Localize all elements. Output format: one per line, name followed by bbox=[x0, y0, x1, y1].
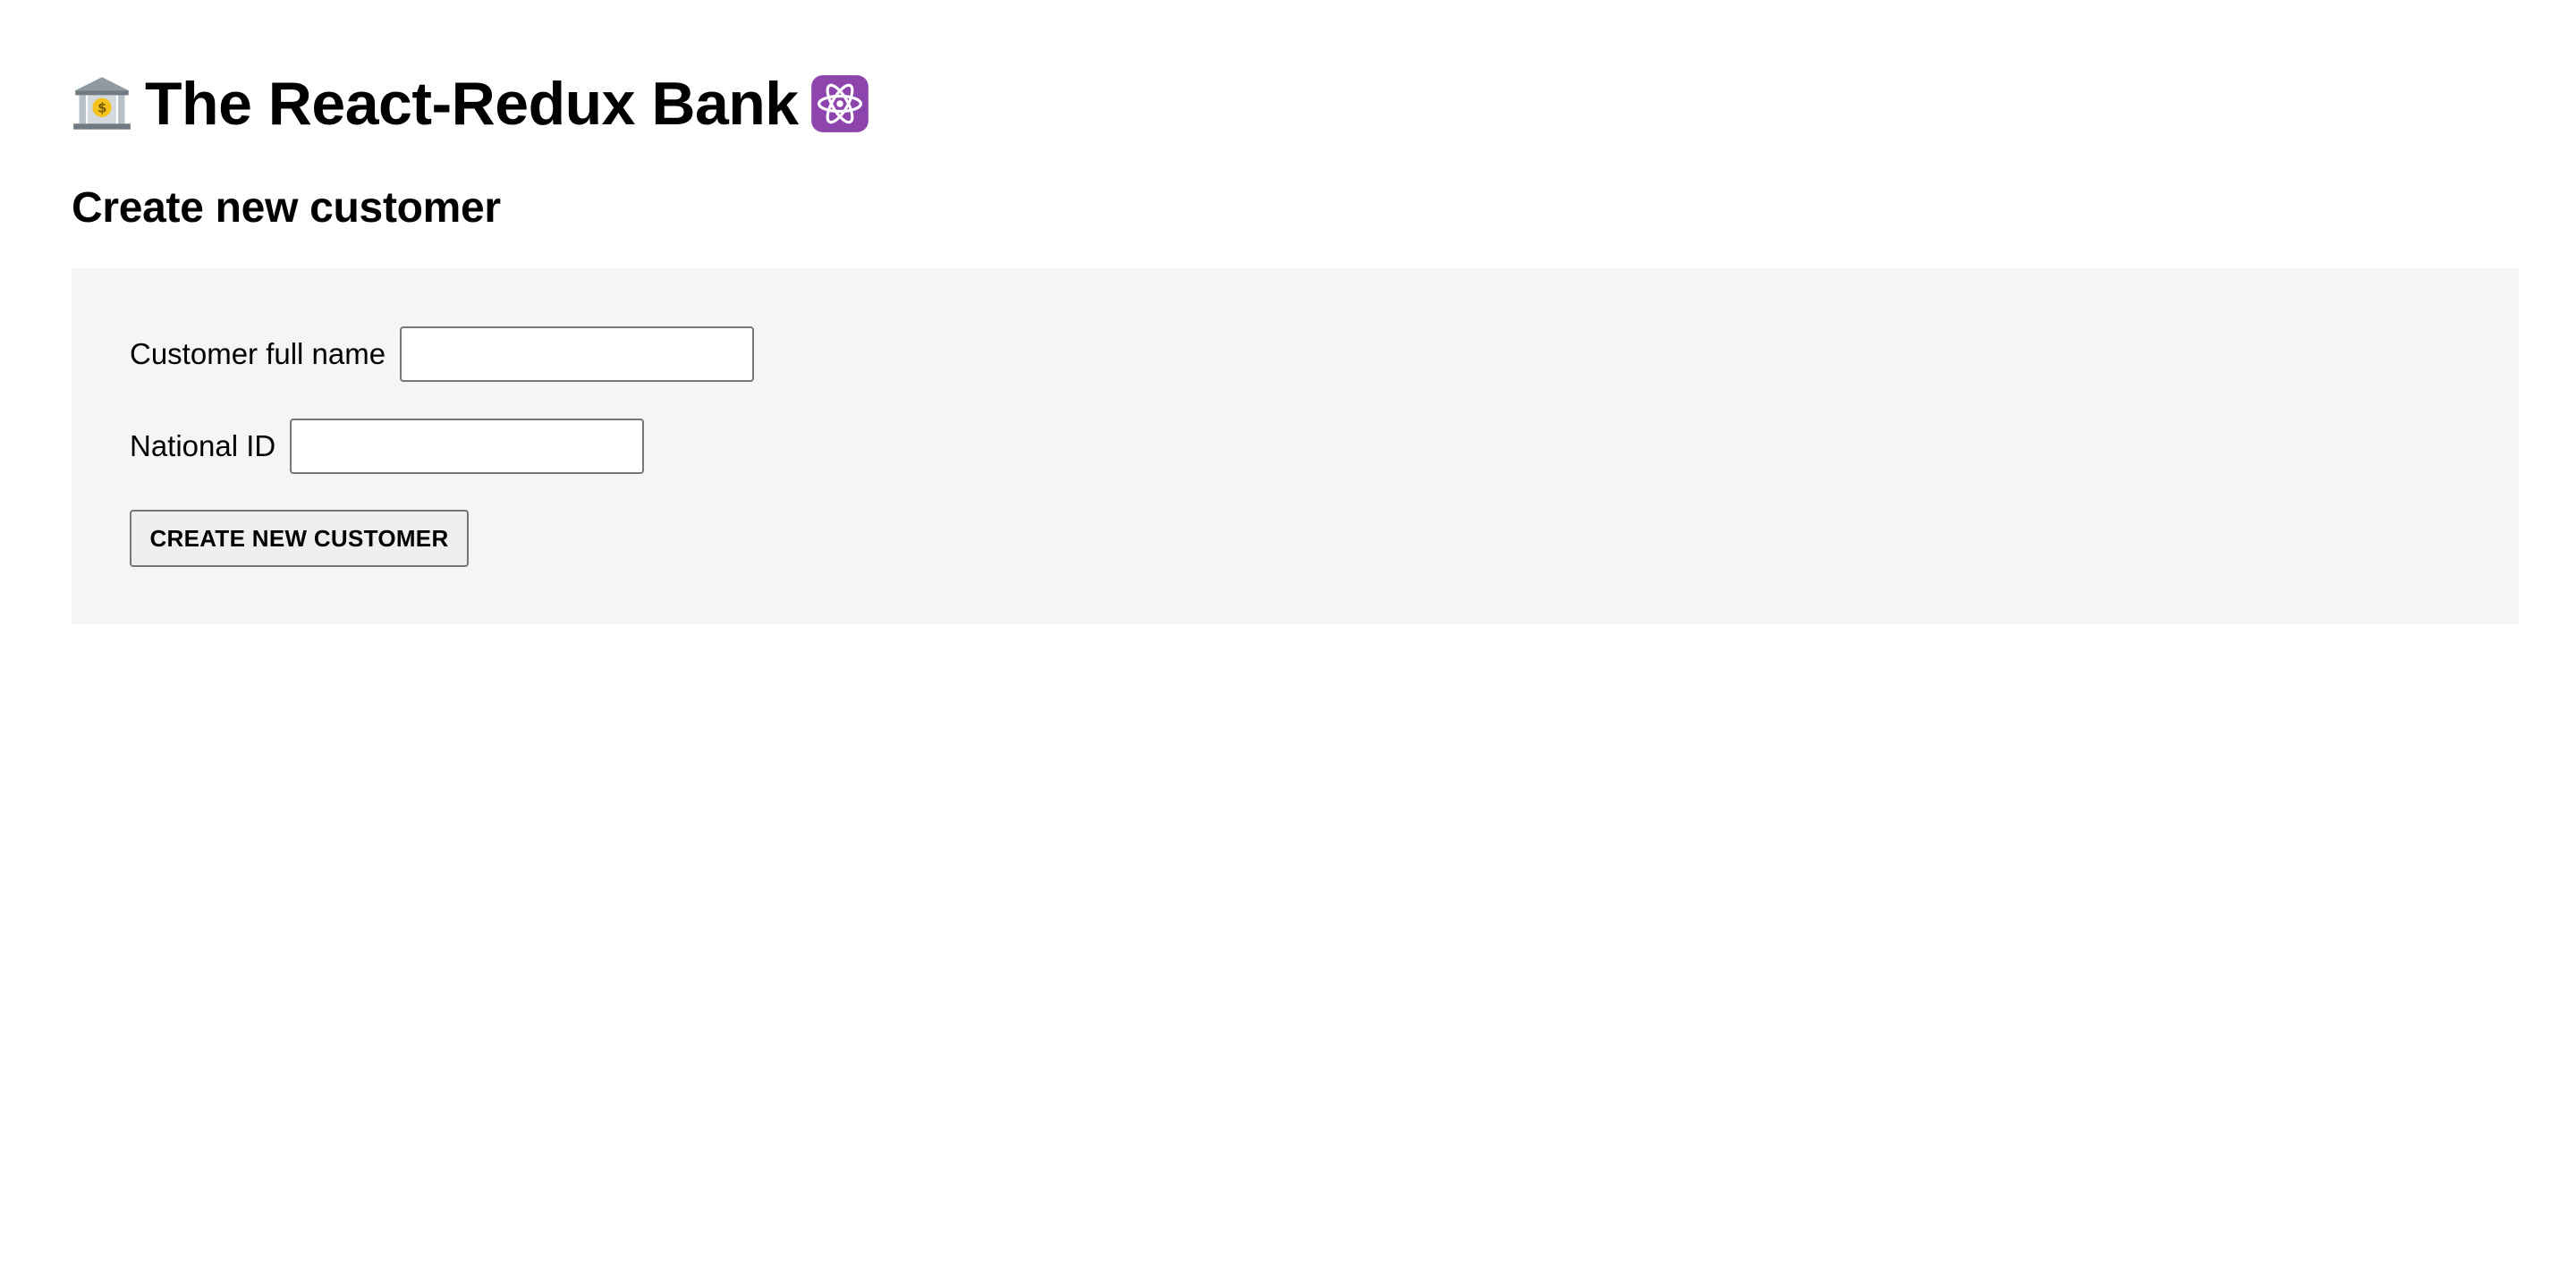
svg-text:$: $ bbox=[97, 100, 106, 116]
national-id-row: National ID bbox=[130, 419, 645, 474]
full-name-input[interactable] bbox=[400, 326, 755, 382]
create-customer-heading: Create new customer bbox=[72, 184, 501, 232]
create-customer-button[interactable]: CREATE NEW CUSTOMER bbox=[130, 510, 469, 567]
full-name-label: Customer full name bbox=[130, 337, 386, 370]
app-title-text: The React-Redux Bank bbox=[145, 70, 799, 138]
atom-icon bbox=[809, 73, 870, 134]
bank-icon: $ bbox=[72, 73, 132, 134]
national-id-label: National ID bbox=[130, 429, 276, 462]
create-customer-form: Customer full name National ID CREATE NE… bbox=[72, 268, 2519, 624]
national-id-input[interactable] bbox=[290, 419, 645, 474]
app-title: $ The React-Redux Bank bbox=[72, 70, 870, 138]
full-name-row: Customer full name bbox=[130, 326, 755, 382]
